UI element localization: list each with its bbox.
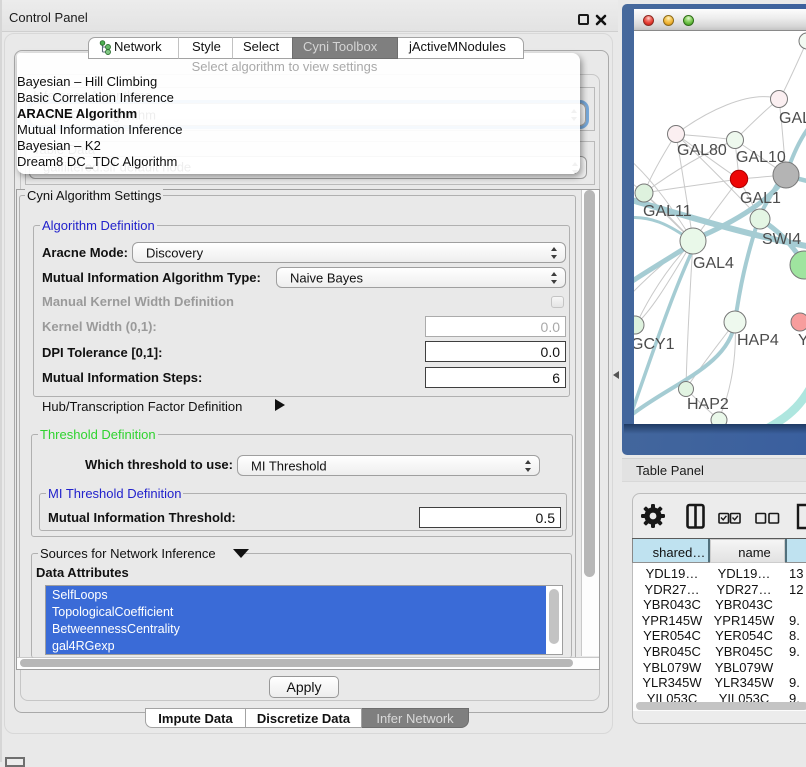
svg-text:GAL1: GAL1 [740,190,781,207]
svg-text:SWI4: SWI4 [762,231,801,248]
svg-text:HAP4: HAP4 [737,332,779,349]
svg-text:Y: Y [798,332,806,349]
svg-text:GAL80: GAL80 [677,142,727,159]
svg-text:GAL2: GAL2 [779,110,806,127]
svg-text:GAL10: GAL10 [736,149,786,166]
svg-text:GAL4: GAL4 [693,255,734,272]
svg-text:HAP2: HAP2 [687,396,729,413]
svg-text:GAL11: GAL11 [643,203,692,220]
svg-text:GCY1: GCY1 [634,336,675,353]
